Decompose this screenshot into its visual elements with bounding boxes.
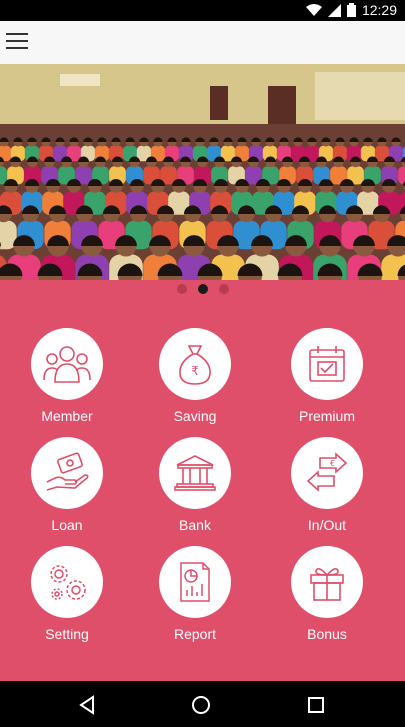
- bank-label: Bank: [179, 517, 211, 533]
- carousel-dot-active[interactable]: [197, 284, 208, 294]
- member-label: Member: [41, 408, 93, 424]
- setting-tile[interactable]: Setting: [12, 546, 122, 646]
- report-icon: [159, 546, 231, 618]
- signal-icon: [327, 3, 341, 17]
- system-nav-bar: [0, 681, 405, 727]
- app-bar: [0, 21, 405, 65]
- back-icon[interactable]: [75, 693, 99, 717]
- crowd-photo: [0, 64, 405, 280]
- exchange-arrows-icon: €: [291, 437, 363, 509]
- member-tile[interactable]: Member: [12, 328, 122, 428]
- carousel-dot[interactable]: [176, 284, 187, 294]
- loan-tile[interactable]: Loan: [12, 437, 122, 537]
- money-bag-rupee-icon: ₹: [159, 328, 231, 400]
- saving-tile[interactable]: ₹ Saving: [140, 328, 250, 428]
- bonus-label: Bonus: [307, 626, 347, 642]
- recent-apps-icon[interactable]: [304, 693, 328, 717]
- inout-tile[interactable]: € In/Out: [272, 437, 382, 537]
- saving-label: Saving: [173, 408, 217, 424]
- home-icon[interactable]: [189, 693, 213, 717]
- premium-label: Premium: [298, 408, 355, 424]
- battery-icon: [346, 3, 356, 17]
- hamburger-menu-icon[interactable]: [6, 33, 28, 53]
- status-bar: 12:29: [0, 0, 405, 21]
- status-time: 12:29: [361, 2, 397, 18]
- hand-money-icon: [31, 437, 103, 509]
- svg-text:₹: ₹: [191, 364, 199, 378]
- gift-icon: [291, 546, 363, 618]
- report-label: Report: [173, 626, 217, 642]
- svg-text:€: €: [330, 459, 335, 468]
- loan-label: Loan: [51, 517, 83, 533]
- gears-icon: [31, 546, 103, 618]
- carousel-dot[interactable]: [218, 284, 229, 294]
- bonus-tile[interactable]: Bonus: [272, 546, 382, 646]
- members-icon: [31, 328, 103, 400]
- carousel-indicator: [0, 284, 405, 296]
- wifi-icon: [305, 3, 322, 16]
- bank-tile[interactable]: Bank: [140, 437, 250, 537]
- inout-label: In/Out: [307, 517, 347, 533]
- premium-tile[interactable]: Premium: [272, 328, 382, 428]
- bank-icon: [159, 437, 231, 509]
- setting-label: Setting: [45, 626, 89, 642]
- report-tile[interactable]: Report: [140, 546, 250, 646]
- banner-carousel-image[interactable]: [0, 64, 405, 280]
- calendar-check-icon: [291, 328, 363, 400]
